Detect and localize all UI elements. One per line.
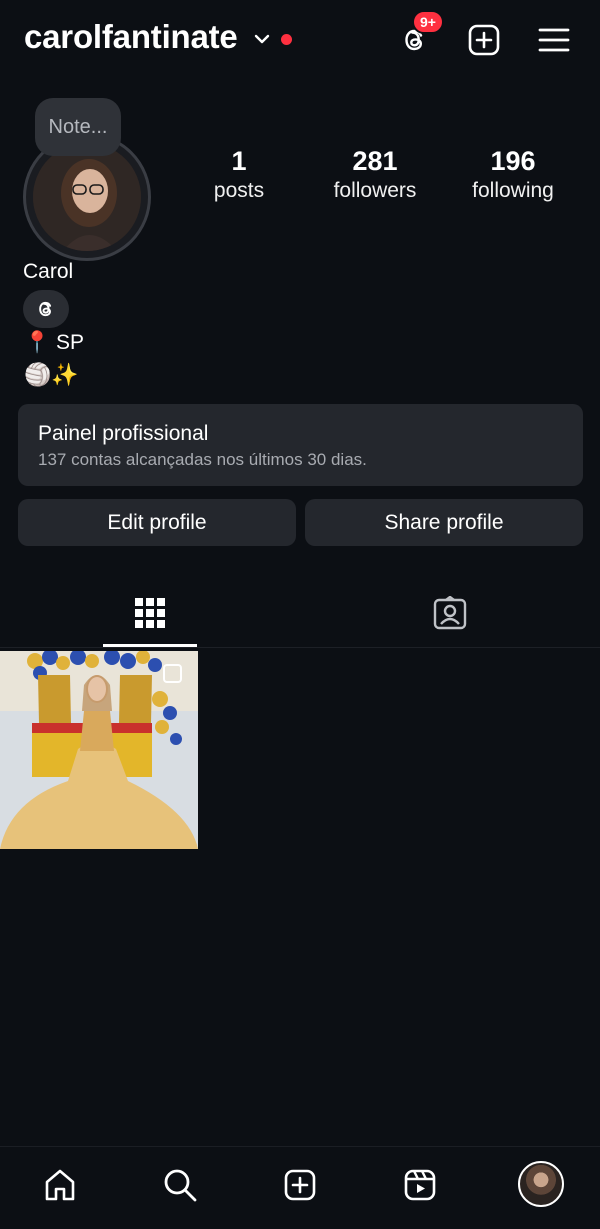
tab-tagged[interactable] (300, 580, 600, 646)
menu-button[interactable] (536, 22, 572, 58)
followers-count: 281 (352, 146, 398, 176)
new-post-button[interactable] (466, 22, 502, 58)
nav-create[interactable] (277, 1162, 323, 1208)
threads-badge: 9+ (412, 10, 444, 34)
posts-label: posts (213, 179, 265, 202)
avatar-illustration (33, 143, 141, 251)
tab-grid[interactable] (0, 580, 300, 646)
tab-divider (0, 647, 600, 648)
posts-count: 1 (231, 146, 247, 176)
followers-stat[interactable]: 281 followers (315, 146, 435, 203)
following-stat[interactable]: 196 following (453, 146, 573, 203)
professional-dashboard[interactable]: Painel profissional 137 contas alcançada… (18, 404, 583, 486)
search-icon (164, 1169, 197, 1202)
nav-reels[interactable] (397, 1162, 443, 1208)
avatar-photo (33, 143, 141, 251)
threads-link[interactable] (23, 290, 69, 328)
notification-dot (281, 34, 292, 45)
nav-home[interactable] (37, 1162, 83, 1208)
multiple-posts-icon (163, 664, 182, 683)
following-count: 196 (490, 146, 536, 176)
followers-label: followers (333, 179, 417, 202)
grid-icon (135, 598, 165, 628)
following-label: following (472, 179, 554, 202)
note-bubble[interactable]: Note... (35, 98, 121, 156)
profile-name: Carol (23, 260, 74, 283)
username-title[interactable]: carolfantinate (24, 18, 238, 56)
create-icon (284, 1169, 316, 1201)
nav-profile-avatar[interactable] (518, 1161, 564, 1207)
share-profile-button[interactable]: Share profile (305, 499, 583, 546)
edit-profile-button[interactable]: Edit profile (18, 499, 296, 546)
tagged-icon (433, 596, 467, 630)
posts-stat[interactable]: 1 posts (179, 146, 299, 203)
dashboard-title: Painel profissional (38, 422, 209, 445)
bio-location: 📍 SP (24, 331, 84, 354)
nav-search[interactable] (157, 1162, 203, 1208)
menu-icon (538, 28, 570, 52)
dashboard-subtitle: 137 contas alcançadas nos últimos 30 dia… (38, 450, 367, 469)
new-post-icon (468, 24, 500, 56)
reels-icon (404, 1169, 436, 1201)
bio-emojis: 🏐✨ (24, 362, 79, 387)
threads-icon (39, 301, 52, 317)
home-icon (45, 1169, 75, 1201)
chevron-down-icon[interactable] (253, 30, 271, 48)
